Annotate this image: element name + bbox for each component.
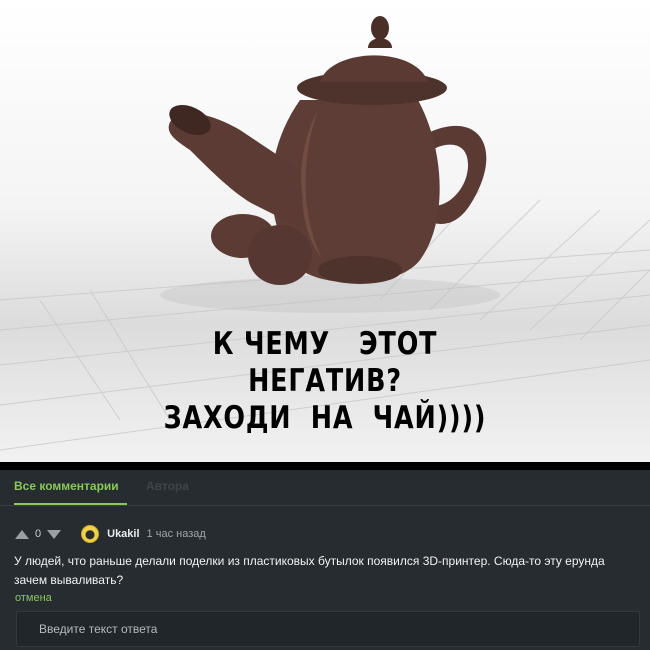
upvote-arrow-icon[interactable] (15, 529, 29, 539)
separator (0, 462, 650, 470)
meme-caption-line: К ЧЕМУ ЭТОТ (212, 326, 438, 362)
meme-image: К ЧЕМУ ЭТОТ НЕГАТИВ? ЗАХОДИ НА ЧАЙ)))) (0, 0, 650, 463)
timestamp: 1 час назад (146, 528, 206, 540)
reply-input[interactable] (16, 611, 640, 647)
avatar-icon[interactable] (81, 525, 100, 543)
vote-count: 0 (35, 528, 42, 540)
cancel-reply-link[interactable]: отмена (15, 592, 52, 604)
comment-tabs: Все комментарии Автора (0, 470, 650, 506)
comments-panel: Все комментарии Автора 0 Ukakil 1 час на… (0, 470, 650, 650)
meme-caption-line: НЕГАТИВ? (248, 363, 402, 399)
downvote-arrow-icon[interactable] (47, 529, 62, 539)
meme-caption-line: ЗАХОДИ НА ЧАЙ)))) (163, 400, 487, 436)
active-tab-indicator (14, 503, 127, 505)
comment-text: У людей, что раньше делали поделки из пл… (14, 554, 605, 587)
meme-caption: К ЧЕМУ ЭТОТ НЕГАТИВ? ЗАХОДИ НА ЧАЙ)))) (59, 326, 592, 437)
username[interactable]: Ukakil (107, 528, 139, 540)
tab-author[interactable]: Автора (146, 479, 189, 493)
comment-header: 0 Ukakil 1 час назад (15, 525, 206, 543)
vote-controls: 0 (15, 528, 62, 540)
tab-all-comments[interactable]: Все комментарии (14, 479, 119, 493)
